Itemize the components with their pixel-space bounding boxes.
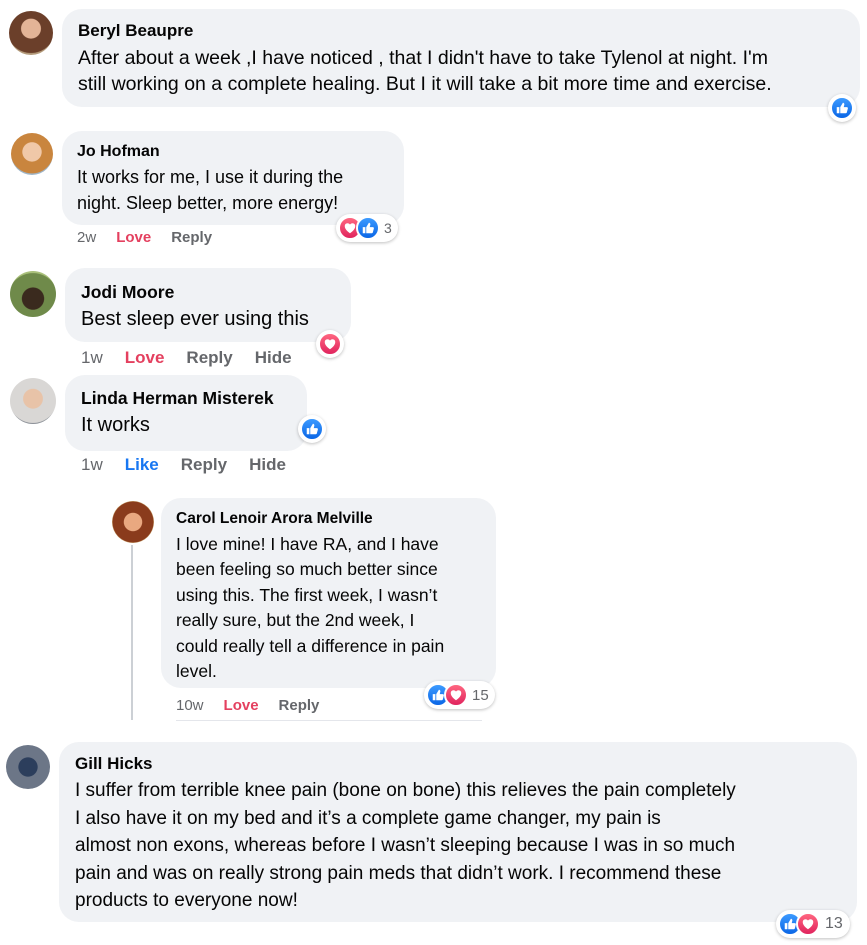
comment-actions: 1w Love Reply Hide <box>81 348 292 368</box>
comment-author[interactable]: Jo Hofman <box>77 143 160 161</box>
comment-actions: 1w Like Reply Hide <box>81 455 286 475</box>
avatar[interactable] <box>9 11 53 55</box>
comment-time[interactable]: 1w <box>81 455 103 475</box>
like-icon <box>356 216 380 240</box>
comment-actions: 10w Love Reply <box>176 697 319 714</box>
love-button[interactable]: Love <box>125 348 165 368</box>
reaction-summary[interactable]: 15 <box>424 681 495 709</box>
comment-time[interactable]: 1w <box>81 348 103 368</box>
reply-button[interactable]: Reply <box>171 229 212 246</box>
like-button[interactable]: Like <box>125 455 159 475</box>
comment-actions: 2w Love Reply <box>77 229 212 246</box>
like-icon <box>300 417 324 441</box>
love-icon <box>444 683 468 707</box>
love-icon <box>318 332 342 356</box>
reaction-summary[interactable] <box>316 330 344 358</box>
love-icon <box>796 912 820 936</box>
divider <box>176 720 482 721</box>
comment-text: Best sleep ever using this <box>81 308 309 330</box>
reply-button[interactable]: Reply <box>279 697 320 714</box>
hide-button[interactable]: Hide <box>249 455 286 475</box>
reaction-summary[interactable] <box>828 94 856 122</box>
comment-author[interactable]: Linda Herman Misterek <box>81 388 274 409</box>
comment-time[interactable]: 10w <box>176 697 204 714</box>
avatar[interactable] <box>6 745 50 789</box>
comment-text: It works for me, I use it during the nig… <box>77 167 344 213</box>
hide-button[interactable]: Hide <box>255 348 292 368</box>
avatar[interactable] <box>11 133 53 175</box>
avatar[interactable] <box>112 501 154 543</box>
reaction-summary[interactable]: 3 <box>336 214 398 242</box>
comment-text: It works <box>81 414 150 436</box>
comment-author[interactable]: Beryl Beaupre <box>78 21 193 41</box>
comment-text: I suffer from terrible knee pain (bone o… <box>75 780 736 911</box>
love-button[interactable]: Love <box>116 229 151 246</box>
comment-author[interactable]: Jodi Moore <box>81 282 174 303</box>
comment-time[interactable]: 2w <box>77 229 96 246</box>
reaction-count: 15 <box>472 686 489 704</box>
reaction-count: 3 <box>384 220 392 236</box>
reaction-summary[interactable] <box>298 415 326 443</box>
reply-button[interactable]: Reply <box>181 455 227 475</box>
reply-button[interactable]: Reply <box>186 348 232 368</box>
reaction-summary[interactable]: 13 <box>776 910 850 938</box>
love-button[interactable]: Love <box>224 697 259 714</box>
like-icon <box>830 96 854 120</box>
reaction-count: 13 <box>825 915 843 932</box>
avatar[interactable] <box>10 378 56 424</box>
comment-author[interactable]: Gill Hicks <box>75 754 152 774</box>
avatar[interactable] <box>10 271 56 317</box>
comment-text: After about a week ,I have noticed , tha… <box>78 47 772 95</box>
comment-text: I love mine! I have RA, and I have been … <box>176 534 445 682</box>
reply-thread-line <box>131 545 133 720</box>
comment-author[interactable]: Carol Lenoir Arora Melville <box>176 510 373 528</box>
